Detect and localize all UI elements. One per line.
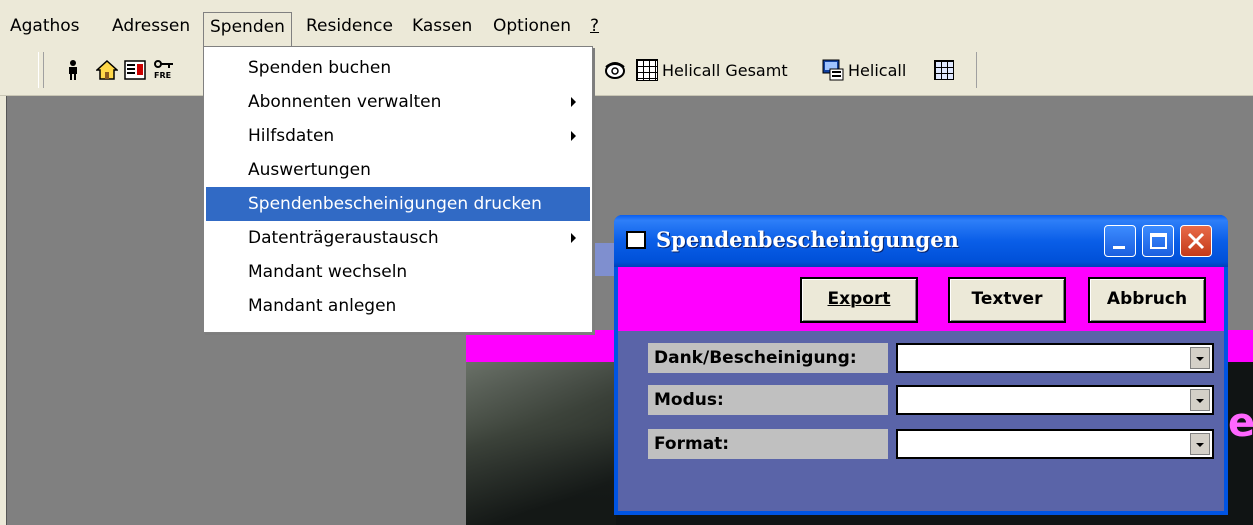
workspace-edge bbox=[0, 96, 7, 525]
toolbar-person-button[interactable] bbox=[62, 56, 84, 84]
modus-label: Modus: bbox=[648, 385, 888, 415]
menu-adressen[interactable]: Adressen bbox=[106, 14, 196, 40]
table-icon bbox=[934, 60, 954, 80]
form-icon bbox=[124, 59, 146, 81]
chevron-down-icon[interactable] bbox=[1190, 347, 1210, 369]
menuitem-spendenbescheinigungen-drucken[interactable]: Spendenbescheinigungen drucken bbox=[206, 187, 590, 221]
modus-select[interactable] bbox=[896, 385, 1214, 415]
home-icon bbox=[95, 59, 119, 81]
toolbar-helicall-gesamt-button[interactable]: Helicall Gesamt bbox=[636, 56, 788, 84]
background-form-pink-glyph: e bbox=[1228, 400, 1253, 446]
grid-icon bbox=[636, 59, 658, 81]
menu-kassen[interactable]: Kassen bbox=[406, 14, 478, 40]
computer-icon bbox=[822, 59, 844, 81]
menu-bar: Agathos Adressen Spenden Residence Kasse… bbox=[0, 0, 1253, 46]
dank-bescheinigung-select[interactable] bbox=[896, 343, 1214, 373]
maximize-icon bbox=[1150, 233, 1167, 249]
menu-agathos[interactable]: Agathos bbox=[4, 14, 86, 40]
submenu-arrow-icon bbox=[571, 97, 576, 107]
toolbar-table-button[interactable] bbox=[934, 56, 954, 84]
background-form-image-detail bbox=[466, 362, 616, 525]
toolbar-home-button[interactable] bbox=[95, 56, 119, 84]
submenu-arrow-icon bbox=[571, 233, 576, 243]
helicall-label: Helicall bbox=[848, 60, 907, 80]
textver-button[interactable]: Textver bbox=[948, 277, 1066, 323]
toolbar-phone-button[interactable] bbox=[604, 56, 626, 84]
spendenbescheinigungen-dialog: Spendenbescheinigungen Export Textver Ab… bbox=[614, 215, 1228, 515]
close-icon bbox=[1187, 232, 1205, 250]
menuitem-abonnenten-verwalten[interactable]: Abonnenten verwalten bbox=[206, 85, 590, 119]
menuitem-spenden-buchen[interactable]: Spenden buchen bbox=[206, 51, 590, 85]
minimize-button[interactable] bbox=[1104, 225, 1136, 257]
chevron-down-icon[interactable] bbox=[1190, 389, 1210, 411]
dialog-title: Spendenbescheinigungen bbox=[656, 227, 959, 252]
dialog-button-bar: Export Textver Abbruch bbox=[618, 267, 1224, 331]
menu-help[interactable]: ? bbox=[584, 14, 605, 40]
menuitem-hilfsdaten[interactable]: Hilfsdaten bbox=[206, 119, 590, 153]
chevron-down-icon[interactable] bbox=[1190, 433, 1210, 455]
dialog-titlebar[interactable]: Spendenbescheinigungen bbox=[614, 215, 1228, 267]
dank-bescheinigung-label: Dank/Bescheinigung: bbox=[648, 343, 888, 373]
submenu-arrow-icon bbox=[571, 131, 576, 141]
form-window-icon[interactable] bbox=[626, 231, 646, 249]
close-button[interactable] bbox=[1180, 225, 1212, 257]
helicall-gesamt-label: Helicall Gesamt bbox=[662, 60, 788, 80]
menuitem-datentraegeraustausch[interactable]: Datenträgeraustausch bbox=[206, 221, 590, 255]
maximize-button[interactable] bbox=[1142, 225, 1174, 257]
abbruch-button[interactable]: Abbruch bbox=[1088, 277, 1206, 323]
spenden-dropdown-menu: Spenden buchen Abonnenten verwalten Hilf… bbox=[203, 46, 593, 333]
menuitem-mandant-anlegen[interactable]: Mandant anlegen bbox=[206, 289, 590, 323]
toolbar-form-button[interactable] bbox=[124, 56, 146, 84]
format-label: Format: bbox=[648, 429, 888, 459]
person-icon bbox=[62, 59, 84, 81]
menu-optionen[interactable]: Optionen bbox=[487, 14, 577, 40]
phone-icon bbox=[604, 59, 626, 81]
menuitem-mandant-wechseln[interactable]: Mandant wechseln bbox=[206, 255, 590, 289]
fre-label: FRE bbox=[154, 71, 172, 80]
fre-icon: FRE bbox=[152, 59, 176, 81]
dialog-body: Export Textver Abbruch Dank/Bescheinigun… bbox=[618, 267, 1224, 511]
menu-residence[interactable]: Residence bbox=[300, 14, 399, 40]
toolbar: FRE Helicall Gesamt Helicall bbox=[0, 46, 1253, 96]
minimize-icon bbox=[1113, 246, 1125, 249]
toolbar-helicall-button[interactable]: Helicall bbox=[822, 56, 906, 84]
menu-spenden[interactable]: Spenden bbox=[203, 12, 292, 46]
menuitem-auswertungen[interactable]: Auswertungen bbox=[206, 153, 590, 187]
toolbar-fre-button[interactable]: FRE bbox=[152, 56, 176, 84]
export-button[interactable]: Export bbox=[800, 277, 918, 323]
toolbar-grip[interactable] bbox=[38, 52, 44, 88]
format-select[interactable] bbox=[896, 429, 1214, 459]
